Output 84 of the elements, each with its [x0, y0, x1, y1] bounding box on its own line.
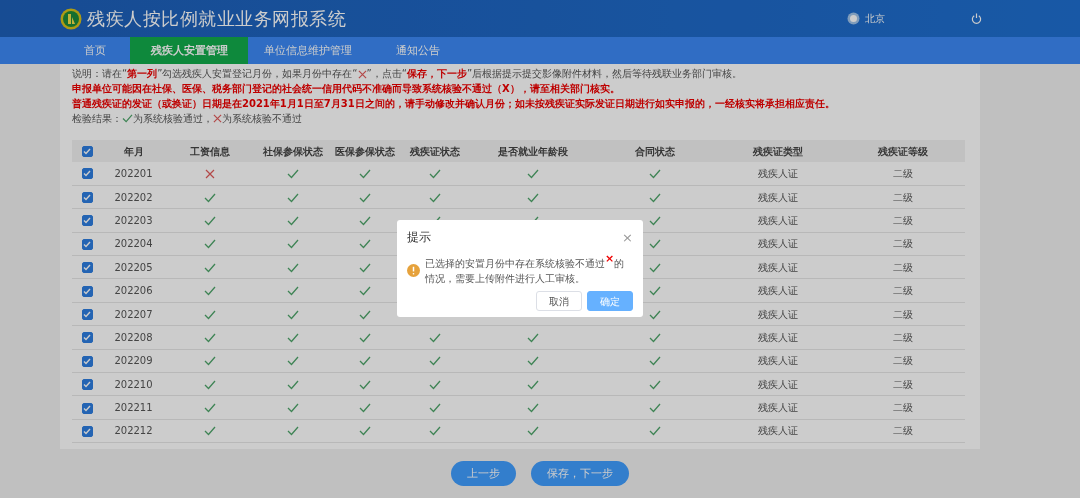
- checkbox[interactable]: [81, 238, 93, 250]
- cross-icon: [357, 69, 367, 79]
- checkbox[interactable]: [81, 355, 93, 367]
- table-cell: 残疾人证: [757, 238, 798, 250]
- nav-tab[interactable]: 通知公告: [368, 37, 468, 64]
- table-cell: 残疾人证: [757, 425, 798, 437]
- power-icon[interactable]: [971, 13, 982, 24]
- checkbox[interactable]: [81, 215, 93, 227]
- table-cell: 残疾人证: [757, 355, 798, 367]
- logo-icon: [60, 7, 82, 30]
- month-cell: 202209: [114, 355, 153, 367]
- column-header: 医保参保状态: [335, 145, 395, 157]
- column-header: 社保参保状态: [262, 145, 323, 157]
- checkbox[interactable]: [81, 426, 93, 437]
- month-cell: 202204: [114, 238, 153, 250]
- column-header: 残疾证状态: [410, 145, 460, 157]
- table-cell: 二级: [892, 355, 913, 367]
- checkbox[interactable]: [81, 285, 93, 297]
- checkbox[interactable]: [81, 402, 93, 414]
- confirm-button[interactable]: 确定: [587, 291, 633, 311]
- month-cell: 202205: [114, 261, 153, 273]
- table-cell: 残疾人证: [757, 331, 798, 343]
- table-cell: 残疾人证: [757, 261, 798, 273]
- previous-button[interactable]: 上一步: [451, 461, 516, 487]
- table-cell: 残疾人证: [757, 308, 798, 320]
- month-cell: 202207: [114, 308, 153, 320]
- column-header: 工资信息: [190, 145, 230, 157]
- table-cell: 二级: [892, 214, 913, 226]
- month-cell: 202208: [114, 331, 153, 343]
- month-cell: 202211: [114, 402, 153, 414]
- column-header: 是否就业年龄段: [497, 145, 568, 157]
- table-cell: 二级: [892, 238, 913, 250]
- checkbox[interactable]: [81, 379, 93, 391]
- month-cell: 202203: [114, 214, 153, 226]
- column-header: 残疾证等级: [877, 145, 928, 157]
- table-cell: 二级: [892, 167, 913, 179]
- close-button[interactable]: ×: [622, 230, 633, 244]
- user-location: 北京: [865, 12, 885, 26]
- instruction-text: 说明：请在“第一列”勾选残疾人安置登记月份，如果月份中存在“: [72, 68, 358, 79]
- checkbox[interactable]: [81, 332, 93, 344]
- table-cell: 二级: [892, 285, 913, 297]
- save-next-button[interactable]: 保存，下一步: [531, 461, 629, 487]
- checkbox[interactable]: [81, 309, 93, 321]
- month-cell: 202210: [114, 378, 153, 390]
- table-cell: 二级: [892, 425, 913, 437]
- checkbox[interactable]: [81, 146, 93, 157]
- table-cell: 残疾人证: [757, 167, 798, 179]
- table-cell: 二级: [892, 402, 913, 414]
- month-cell: 202201: [114, 167, 153, 179]
- table-cell: 二级: [892, 308, 913, 320]
- column-header: 合同状态: [635, 145, 675, 157]
- checkbox[interactable]: [81, 168, 93, 180]
- warning-icon: [407, 264, 420, 277]
- check-icon: [122, 114, 133, 123]
- legend-text: 为系统核验不通过: [222, 112, 302, 126]
- legend-text: 为系统核验通过，: [133, 112, 213, 126]
- cancel-button[interactable]: 取消: [536, 291, 582, 311]
- table-cell: 残疾人证: [757, 402, 798, 414]
- table-cell: 残疾人证: [757, 191, 798, 203]
- table-cell: 二级: [892, 378, 913, 390]
- app-title: 残疾人按比例就业业务网报系统: [87, 7, 346, 31]
- legend-label: 检验结果：: [72, 112, 122, 126]
- column-header: 残疾证类型: [752, 145, 803, 157]
- month-cell: 202212: [114, 425, 153, 437]
- month-cell: 202202: [114, 191, 153, 203]
- cross-icon: [213, 114, 222, 123]
- table-cell: 二级: [892, 261, 913, 273]
- column-header: 年月: [123, 145, 144, 157]
- checkbox[interactable]: [81, 192, 93, 204]
- table-cell: 二级: [892, 331, 913, 343]
- nav-tab[interactable]: 单位信息维护管理: [248, 37, 368, 64]
- checkbox[interactable]: [81, 262, 93, 274]
- instruction-text: ”，点击“保存，下一步”后根据提示提交影像附件材料，然后等待残联业务部门审核。: [366, 68, 743, 79]
- month-cell: 202206: [114, 285, 153, 297]
- table-cell: 残疾人证: [757, 214, 798, 226]
- user-avatar-icon: [847, 12, 860, 25]
- nav-tab[interactable]: 首页: [60, 37, 130, 64]
- warning-text: 申报单位可能因在社保、医保、税务部门登记的社会统一信用代码不准确而导致系统核验不通过（X），请至相关部门核实。: [72, 82, 621, 96]
- dialog-title: 提示: [407, 229, 431, 246]
- nav-tab[interactable]: 残疾人安置管理: [130, 37, 248, 64]
- table-cell: 二级: [892, 191, 913, 203]
- table-cell: 残疾人证: [757, 378, 798, 390]
- warning-text: 普通残疾证的发证（或换证）日期是在2021年1月1日至7月31日之间的，请手动修改并确认月份；如未按残疾证实际发证日期进行如实申报的，一经核实将承担相应责任。: [72, 97, 836, 111]
- table-cell: 残疾人证: [757, 285, 798, 297]
